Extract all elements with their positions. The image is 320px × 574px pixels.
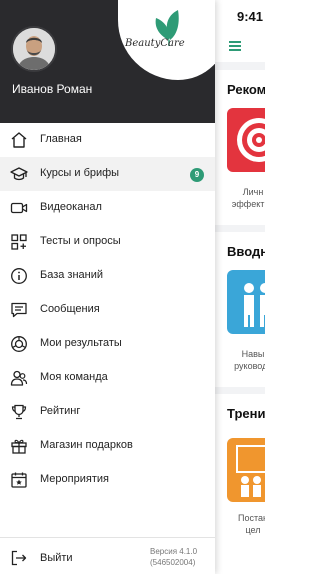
- menu-item-label: Видеоканал: [40, 201, 102, 213]
- section-title: Рекоме: [227, 82, 265, 97]
- user-name[interactable]: Иванов Роман: [12, 82, 92, 96]
- course-card-subtitle: руководс: [234, 361, 265, 371]
- recommended-section: Рекоме Личн эффектив: [215, 70, 265, 225]
- menu-item-label: Мероприятия: [40, 473, 109, 485]
- brand-leaf-icon: [155, 10, 179, 46]
- menu-item-gift-shop[interactable]: Магазин подарков: [0, 429, 215, 463]
- menu-item-events[interactable]: Мероприятия: [0, 463, 215, 497]
- drawer-footer: Выйти Версия 4.1.0 (546502004): [0, 537, 215, 574]
- menu-item-team[interactable]: Моя команда: [0, 361, 215, 395]
- menu-item-label: База знаний: [40, 269, 104, 281]
- logout-icon: [11, 550, 27, 566]
- course-card-image[interactable]: [227, 270, 265, 334]
- menu-item-tests[interactable]: Тесты и опросы: [0, 225, 215, 259]
- build-number: (546502004): [150, 558, 196, 567]
- course-card-image[interactable]: [227, 438, 265, 502]
- trophy-icon: [11, 404, 27, 420]
- info-icon: [11, 268, 27, 284]
- course-card-title: Постан: [238, 513, 265, 523]
- menu-item-label: Сообщения: [40, 303, 100, 315]
- menu-item-label: Тесты и опросы: [40, 235, 121, 247]
- menu-item-label: Курсы и брифы: [40, 167, 120, 179]
- menu-item-label: Магазин подарков: [40, 439, 133, 451]
- menu-item-label: Моя команда: [40, 371, 108, 383]
- version-number: Версия 4.1.0: [150, 547, 198, 556]
- menu-item-label: Рейтинг: [40, 405, 81, 417]
- background-app: 9:41 Рекоме Личн эффектив Вводны: [215, 0, 265, 574]
- menu-item-rating[interactable]: Рейтинг: [0, 395, 215, 429]
- course-card-subtitle: эффектив: [231, 199, 265, 209]
- course-card-image[interactable]: [227, 108, 265, 172]
- graduation-cap-icon: [10, 167, 28, 181]
- navigation-drawer: BeautyCare Иванов Роман Главная Курсы и …: [0, 0, 215, 574]
- menu-item-knowledge-base[interactable]: База знаний: [0, 259, 215, 293]
- intro-section: Вводны Навы руководс: [215, 232, 265, 387]
- brand-logo-text: BeautyCare: [125, 38, 185, 49]
- chat-icon: [11, 302, 27, 318]
- section-title: Трени: [227, 406, 265, 421]
- home-icon: [11, 132, 27, 148]
- menu-item-video[interactable]: Видеоканал: [0, 191, 215, 225]
- calendar-star-icon: [11, 472, 27, 488]
- hamburger-menu-icon[interactable]: [229, 41, 241, 51]
- app-version: Версия 4.1.0 (546502004): [150, 546, 197, 568]
- menu-item-courses[interactable]: Курсы и брифы 9: [0, 157, 215, 191]
- training-section: Трени Постан цел: [215, 394, 265, 574]
- menu-item-home[interactable]: Главная: [0, 123, 215, 157]
- results-icon: [11, 336, 27, 352]
- status-bar: 9:41: [215, 0, 265, 34]
- grid-apps-icon: [11, 234, 27, 250]
- team-icon: [10, 370, 28, 386]
- menu-item-results[interactable]: Мои результаты: [0, 327, 215, 361]
- gift-icon: [11, 439, 27, 454]
- menu-item-label: Мои результаты: [40, 337, 122, 349]
- course-card-subtitle: цел: [245, 525, 261, 535]
- avatar[interactable]: [11, 26, 57, 72]
- section-title: Вводны: [227, 244, 265, 259]
- status-time: 9:41: [237, 9, 264, 24]
- logout-label: Выйти: [40, 552, 73, 564]
- video-camera-icon: [10, 202, 28, 214]
- menu-item-label: Главная: [40, 133, 82, 145]
- courses-count-badge: 9: [190, 168, 204, 182]
- drawer-header: BeautyCare Иванов Роман: [0, 0, 215, 123]
- course-card-title: Личн: [242, 187, 264, 197]
- menu-item-messages[interactable]: Сообщения: [0, 293, 215, 327]
- course-card-title: Навы: [241, 349, 265, 359]
- drawer-menu: Главная Курсы и брифы 9 Видеоканал Тесты…: [0, 123, 215, 497]
